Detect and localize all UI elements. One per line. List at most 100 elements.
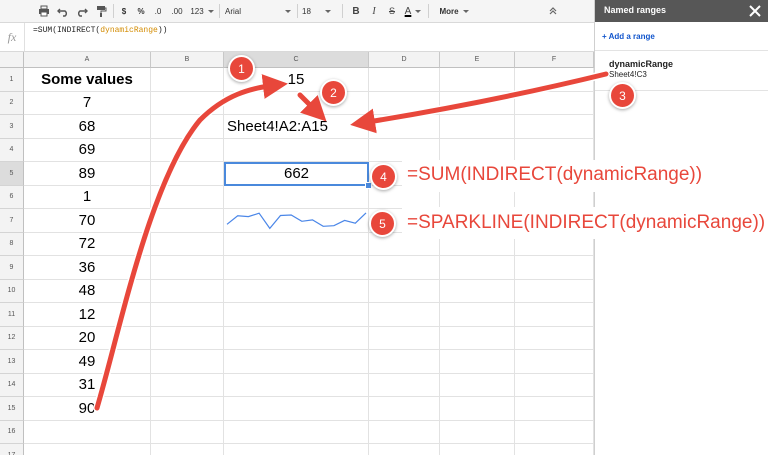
row-header-14[interactable]: 14 — [0, 373, 24, 397]
cell-c4[interactable] — [224, 138, 369, 162]
cell-e17[interactable] — [440, 444, 515, 455]
cell-f9[interactable] — [515, 256, 594, 280]
row-header-6[interactable]: 6 — [0, 185, 24, 209]
cell-d15[interactable] — [369, 397, 440, 421]
cell-e3[interactable] — [440, 115, 515, 139]
cell-a8[interactable]: 72 — [24, 232, 151, 256]
more-formats-dropdown[interactable]: 123 — [189, 3, 215, 19]
cell-d10[interactable] — [369, 279, 440, 303]
cell-b5[interactable] — [151, 162, 224, 186]
cell-c7[interactable] — [224, 209, 369, 233]
cell-e9[interactable] — [440, 256, 515, 280]
cell-f16[interactable] — [515, 420, 594, 444]
cell-a10[interactable]: 48 — [24, 279, 151, 303]
cell-b11[interactable] — [151, 303, 224, 327]
redo-icon[interactable] — [74, 3, 90, 19]
bold-button[interactable]: B — [348, 3, 364, 19]
row-header-3[interactable]: 3 — [0, 115, 24, 139]
cell-d14[interactable] — [369, 373, 440, 397]
cell-a7[interactable]: 70 — [24, 209, 151, 233]
formula-input[interactable]: =SUM(INDIRECT(dynamicRange)) — [33, 26, 167, 35]
cell-e4[interactable] — [440, 138, 515, 162]
cell-c9[interactable] — [224, 256, 369, 280]
cell-e11[interactable] — [440, 303, 515, 327]
cell-f14[interactable] — [515, 373, 594, 397]
row-header-4[interactable]: 4 — [0, 138, 24, 162]
cell-f11[interactable] — [515, 303, 594, 327]
cell-a4[interactable]: 69 — [24, 138, 151, 162]
cell-d4[interactable] — [369, 138, 440, 162]
cell-b17[interactable] — [151, 444, 224, 455]
row-header-5[interactable]: 5 — [0, 162, 24, 186]
cell-c11[interactable] — [224, 303, 369, 327]
cell-e10[interactable] — [440, 279, 515, 303]
row-header-13[interactable]: 13 — [0, 350, 24, 374]
cell-b14[interactable] — [151, 373, 224, 397]
cell-d13[interactable] — [369, 350, 440, 374]
cell-d11[interactable] — [369, 303, 440, 327]
row-header-8[interactable]: 8 — [0, 232, 24, 256]
cell-f2[interactable] — [515, 91, 594, 115]
cell-a15[interactable]: 90 — [24, 397, 151, 421]
cell-b15[interactable] — [151, 397, 224, 421]
cell-c6[interactable] — [224, 185, 369, 209]
cell-e14[interactable] — [440, 373, 515, 397]
add-range-link[interactable]: + Add a range — [602, 32, 655, 41]
column-header-e[interactable]: E — [440, 52, 515, 68]
cell-e1[interactable] — [440, 68, 515, 92]
cell-e16[interactable] — [440, 420, 515, 444]
cell-f13[interactable] — [515, 350, 594, 374]
row-header-9[interactable]: 9 — [0, 256, 24, 280]
cell-d9[interactable] — [369, 256, 440, 280]
cell-e12[interactable] — [440, 326, 515, 350]
cell-b10[interactable] — [151, 279, 224, 303]
more-menu[interactable]: More — [436, 3, 472, 19]
row-header-7[interactable]: 7 — [0, 209, 24, 233]
close-icon[interactable] — [747, 3, 763, 19]
cell-a14[interactable]: 31 — [24, 373, 151, 397]
cell-d17[interactable] — [369, 444, 440, 455]
column-header-a[interactable]: A — [24, 52, 151, 68]
cell-b13[interactable] — [151, 350, 224, 374]
cell-b12[interactable] — [151, 326, 224, 350]
cell-d12[interactable] — [369, 326, 440, 350]
cell-b3[interactable] — [151, 115, 224, 139]
cell-d2[interactable] — [369, 91, 440, 115]
cell-e2[interactable] — [440, 91, 515, 115]
collapse-icon[interactable] — [545, 3, 561, 19]
percent-format-button[interactable]: % — [135, 3, 147, 19]
row-header-17[interactable]: 17 — [0, 444, 24, 455]
cell-e13[interactable] — [440, 350, 515, 374]
cell-f17[interactable] — [515, 444, 594, 455]
row-header-11[interactable]: 11 — [0, 303, 24, 327]
cell-d3[interactable] — [369, 115, 440, 139]
cell-c3[interactable]: Sheet4!A2:A15 — [224, 115, 369, 139]
cell-b8[interactable] — [151, 232, 224, 256]
cell-f4[interactable] — [515, 138, 594, 162]
cell-a9[interactable]: 36 — [24, 256, 151, 280]
font-family-dropdown[interactable]: Arial — [225, 3, 295, 19]
cell-c10[interactable] — [224, 279, 369, 303]
print-icon[interactable] — [36, 3, 52, 19]
row-header-12[interactable]: 12 — [0, 326, 24, 350]
cell-c8[interactable] — [224, 232, 369, 256]
font-size-dropdown[interactable]: 18 — [302, 3, 338, 19]
row-header-1[interactable]: 1 — [0, 68, 24, 92]
cell-e15[interactable] — [440, 397, 515, 421]
cell-a17[interactable] — [24, 444, 151, 455]
cell-c17[interactable] — [224, 444, 369, 455]
row-header-2[interactable]: 2 — [0, 91, 24, 115]
strikethrough-button[interactable]: S — [384, 3, 400, 19]
cell-f15[interactable] — [515, 397, 594, 421]
cell-a6[interactable]: 1 — [24, 185, 151, 209]
cell-c2[interactable] — [224, 91, 369, 115]
cell-a13[interactable]: 49 — [24, 350, 151, 374]
cell-c13[interactable] — [224, 350, 369, 374]
currency-format-button[interactable]: $ — [118, 3, 130, 19]
cell-c14[interactable] — [224, 373, 369, 397]
cell-a16[interactable] — [24, 420, 151, 444]
cell-b2[interactable] — [151, 91, 224, 115]
undo-icon[interactable] — [55, 3, 71, 19]
text-color-dropdown[interactable]: A — [402, 3, 424, 19]
cell-a3[interactable]: 68 — [24, 115, 151, 139]
